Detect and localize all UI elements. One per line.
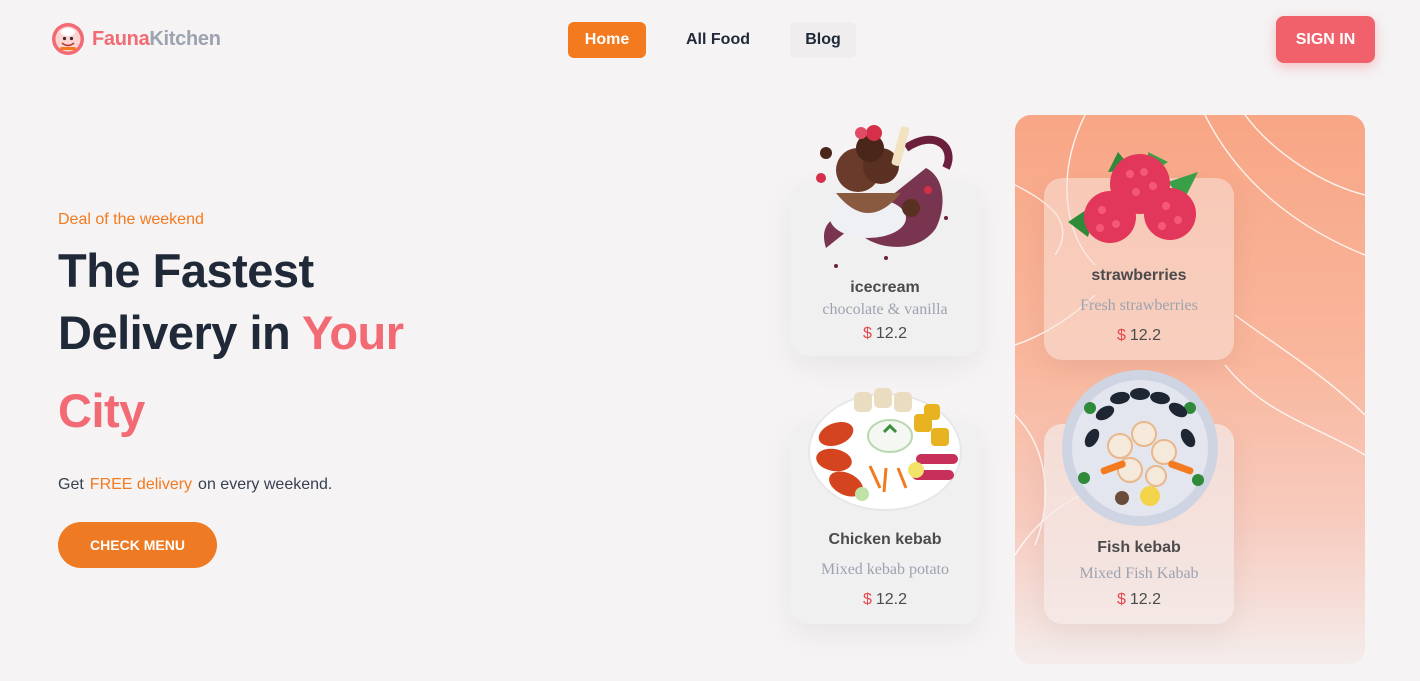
icecream-image — [816, 125, 953, 268]
brand-logo[interactable]: FaunaKitchen — [51, 22, 221, 56]
headline-accent: Your — [301, 306, 404, 359]
card-description: chocolate & vanilla — [822, 301, 948, 318]
card-description: Fresh strawberries — [1080, 297, 1198, 314]
nav-home[interactable]: Home — [568, 22, 646, 58]
hero-eyebrow: Deal of the weekend — [58, 211, 204, 228]
card-description: Mixed kebab potato — [821, 561, 949, 578]
raspberry-image — [1068, 152, 1198, 243]
card-name: Chicken kebab — [828, 531, 942, 548]
card-price: $12.2 — [862, 325, 908, 342]
brand-name: FaunaKitchen — [92, 27, 221, 50]
headline-line-3: City — [58, 384, 145, 437]
headline-line-2: Delivery in Your — [58, 306, 404, 359]
hero-headline: The Fastest Delivery in Your City — [58, 240, 404, 442]
chicken-kebab-image — [808, 388, 962, 511]
chef-logo-icon — [52, 23, 84, 55]
check-menu-button[interactable]: CHECK MENU — [58, 522, 217, 568]
card-price: $12.2 — [862, 591, 908, 608]
fish-kebab-image — [1062, 370, 1218, 526]
card-name: icecream — [850, 279, 920, 296]
nav-blog[interactable]: Blog — [789, 22, 856, 58]
card-name: strawberries — [1091, 267, 1187, 284]
signin-button[interactable]: SIGN IN — [1276, 16, 1375, 63]
free-delivery-highlight: FREE delivery — [89, 476, 193, 493]
card-price: $12.2 — [1116, 591, 1162, 608]
main-nav: Home All Food Blog — [568, 22, 856, 58]
card-description: Mixed Fish Kabab — [1079, 565, 1199, 582]
hero-subline: Get FREE delivery on every weekend. — [58, 476, 333, 493]
nav-all-food[interactable]: All Food — [670, 22, 766, 58]
card-name: Fish kebab — [1097, 539, 1181, 556]
headline-line-1: The Fastest — [58, 244, 314, 297]
card-price: $12.2 — [1116, 327, 1162, 344]
